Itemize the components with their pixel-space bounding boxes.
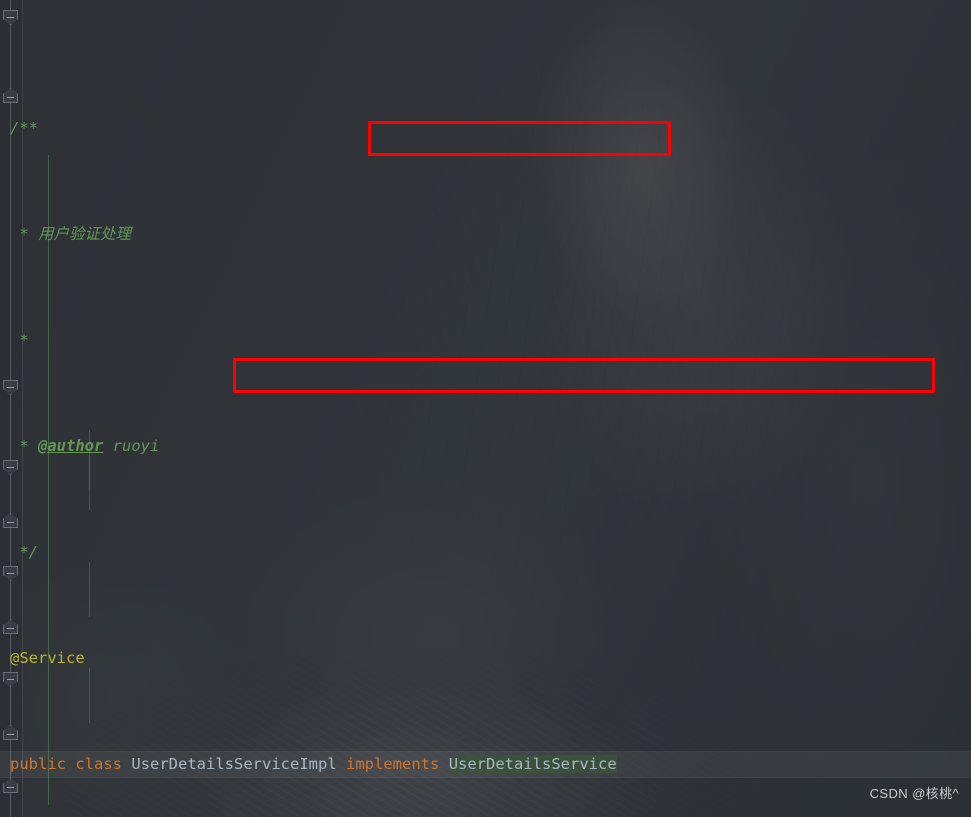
code-editor[interactable]: /** * 用户验证处理 * * @author ruoyi */ @Servi… (0, 0, 971, 817)
code-line[interactable]: /** (0, 115, 971, 142)
javadoc-author-name: ruoyi (103, 437, 160, 455)
javadoc-blank: * (10, 331, 29, 349)
code-line[interactable]: * 用户验证处理 (0, 221, 971, 248)
annotation-service: @Service (10, 649, 85, 667)
keyword-public: public (10, 755, 66, 773)
code-line[interactable]: * @author ruoyi (0, 433, 971, 460)
keyword-implements: implements (346, 755, 440, 773)
javadoc-close: */ (10, 543, 38, 561)
javadoc-author-tag: @author (38, 437, 104, 455)
code-line[interactable]: * (0, 327, 971, 354)
type-user-details-service: UserDetailsService (448, 755, 617, 773)
type-user-details-service-impl: UserDetailsServiceImpl (131, 755, 337, 773)
code-line-class-declaration[interactable]: public class UserDetailsServiceImpl impl… (0, 751, 971, 778)
code-line[interactable]: @Service (0, 645, 971, 672)
javadoc-author-prefix: * (10, 437, 38, 455)
keyword-class: class (75, 755, 123, 773)
csdn-watermark: CSDN @核桃^ (869, 785, 959, 801)
javadoc-description: * 用户验证处理 (10, 225, 131, 243)
javadoc-open: /** (10, 119, 38, 137)
code-line[interactable]: */ (0, 539, 971, 566)
code-area[interactable]: /** * 用户验证处理 * * @author ruoyi */ @Servi… (0, 0, 971, 817)
